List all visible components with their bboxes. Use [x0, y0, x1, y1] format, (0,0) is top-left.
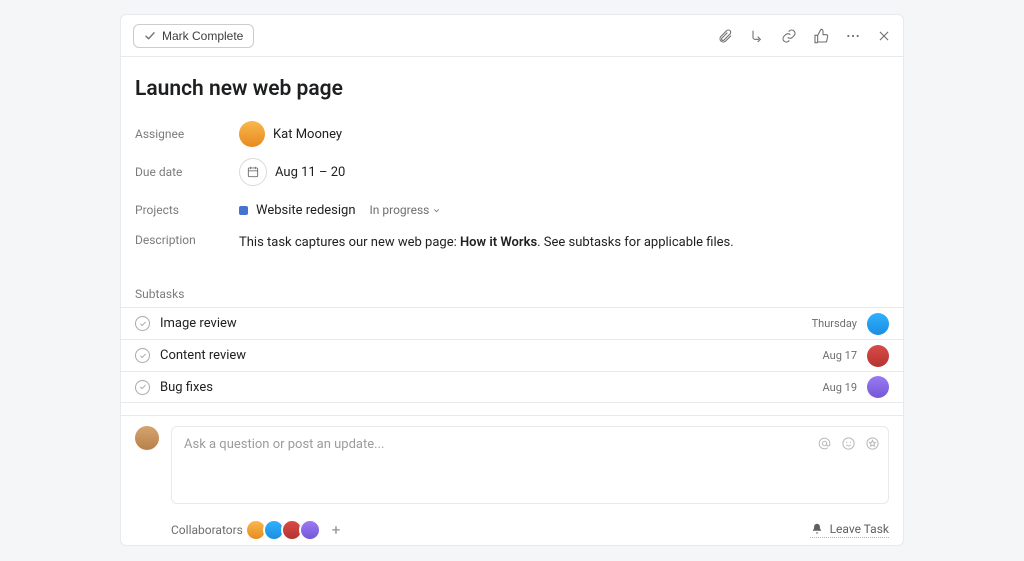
task-toolbar: Mark Complete	[121, 15, 903, 57]
toolbar-actions	[717, 28, 891, 44]
assignee-value[interactable]: Kat Mooney	[239, 121, 342, 147]
emoji-icon[interactable]	[840, 435, 856, 451]
check-circle-icon[interactable]	[135, 348, 150, 363]
leave-task-button[interactable]: Leave Task	[810, 522, 889, 538]
assignee-avatar	[239, 121, 265, 147]
projects-row: Projects Website redesign In progress	[135, 191, 889, 229]
subtask-date: Aug 19	[823, 381, 857, 394]
description-suffix: . See subtasks for applicable files.	[537, 235, 734, 250]
calendar-icon	[239, 158, 267, 186]
subtasks-label: Subtasks	[121, 287, 903, 301]
project-status-label: In progress	[370, 203, 430, 217]
comment-composer[interactable]	[171, 426, 889, 504]
subtask-row[interactable]: Image review Thursday	[121, 307, 903, 339]
subtask-name: Image review	[160, 316, 802, 331]
task-body: Launch new web page Assignee Kat Mooney …	[121, 57, 903, 545]
check-circle-icon[interactable]	[135, 316, 150, 331]
subtask-assignee-avatar[interactable]	[867, 313, 889, 335]
subtask-date: Thursday	[812, 317, 857, 330]
mark-complete-button[interactable]: Mark Complete	[133, 24, 254, 48]
projects-label: Projects	[135, 203, 239, 217]
close-icon[interactable]	[877, 29, 891, 43]
subtask-row[interactable]: Bug fixes Aug 19	[121, 371, 903, 403]
appreciation-icon[interactable]	[864, 435, 880, 451]
due-date-row: Due date Aug 11 – 20	[135, 153, 889, 191]
description-bold: How it Works	[460, 235, 537, 250]
due-date-value[interactable]: Aug 11 – 20	[239, 158, 345, 186]
collaborators-label: Collaborators	[171, 523, 235, 537]
chevron-down-icon	[432, 206, 441, 215]
project-status-dropdown[interactable]: In progress	[370, 203, 442, 217]
subtask-name: Bug fixes	[160, 380, 813, 395]
due-date-text: Aug 11 – 20	[275, 165, 345, 180]
subtask-assignee-avatar[interactable]	[867, 376, 889, 398]
due-date-label: Due date	[135, 165, 239, 179]
task-detail-panel: Mark Complete Launch	[120, 14, 904, 546]
assignee-label: Assignee	[135, 127, 239, 141]
check-circle-icon[interactable]	[135, 380, 150, 395]
collaborator-avatars	[245, 519, 317, 541]
comment-input[interactable]	[172, 427, 798, 462]
link-icon[interactable]	[781, 28, 797, 44]
comment-composer-section	[121, 415, 903, 504]
mention-icon[interactable]	[816, 435, 832, 451]
description-row: Description This task captures our new w…	[135, 229, 889, 267]
like-icon[interactable]	[813, 28, 829, 44]
collaborator-avatar[interactable]	[299, 519, 321, 541]
subtask-assignee-avatar[interactable]	[867, 345, 889, 367]
subtask-date: Aug 17	[823, 349, 857, 362]
description-label: Description	[135, 233, 239, 247]
attachment-icon[interactable]	[717, 28, 733, 44]
project-name[interactable]: Website redesign	[256, 203, 356, 218]
mark-complete-label: Mark Complete	[162, 29, 243, 43]
task-footer: Collaborators + Leave Task	[121, 504, 903, 545]
subtasks-list: Image review Thursday Content review Aug…	[121, 307, 903, 403]
project-color-dot	[239, 206, 248, 215]
assignee-name: Kat Mooney	[273, 127, 342, 142]
leave-task-label: Leave Task	[830, 522, 889, 536]
bell-icon	[810, 522, 824, 536]
subtask-row[interactable]: Content review Aug 17	[121, 339, 903, 371]
task-title[interactable]: Launch new web page	[135, 77, 889, 101]
current-user-avatar	[135, 426, 159, 450]
check-icon	[144, 30, 156, 42]
projects-value: Website redesign In progress	[239, 203, 441, 218]
assignee-row: Assignee Kat Mooney	[135, 115, 889, 153]
subtask-name: Content review	[160, 348, 813, 363]
description-prefix: This task captures our new web page:	[239, 235, 460, 250]
description-text[interactable]: This task captures our new web page: How…	[239, 233, 734, 253]
subtask-icon[interactable]	[749, 28, 765, 44]
composer-toolbar	[816, 435, 880, 451]
add-collaborator-button[interactable]: +	[325, 519, 347, 541]
task-content: Launch new web page Assignee Kat Mooney …	[121, 57, 903, 267]
more-icon[interactable]	[845, 28, 861, 44]
